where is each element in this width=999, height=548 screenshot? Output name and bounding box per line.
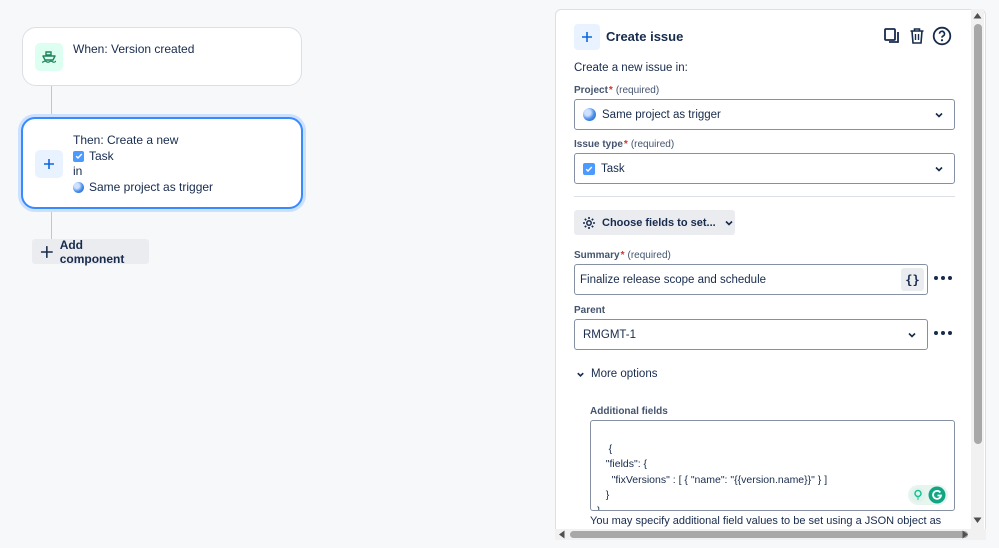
- action-project: Same project as trigger: [73, 180, 213, 196]
- more-options-toggle[interactable]: More options: [576, 368, 657, 380]
- project-avatar-icon: [73, 181, 84, 193]
- panel-plus-icon: [574, 24, 600, 50]
- panel-title: Create issue: [606, 29, 684, 44]
- project-avatar-icon: [583, 108, 596, 121]
- ship-icon: [35, 43, 63, 71]
- project-text: Same project as trigger: [89, 179, 214, 194]
- rule-canvas: When: Version created Then: Create a new…: [0, 0, 555, 548]
- required-marker: *: [608, 85, 613, 96]
- chevron-down-icon: [577, 372, 584, 377]
- checkbox-icon: [73, 150, 84, 162]
- parent-field-label: Parent: [574, 305, 606, 316]
- connector-line: [51, 209, 52, 239]
- action-summary: Then: Create a new Task in Same project …: [73, 133, 213, 195]
- issue-type-field-label: Issue type* (required): [574, 139, 674, 150]
- scroll-up-arrow-icon[interactable]: [973, 12, 982, 19]
- gear-icon: [583, 216, 595, 229]
- chevron-down-icon: [725, 220, 733, 226]
- trash-icon[interactable]: [907, 26, 927, 46]
- plus-icon: [40, 245, 53, 258]
- more-options-label: More options: [591, 368, 658, 380]
- horizontal-scrollbar-thumb[interactable]: [570, 531, 968, 538]
- summary-field-label: Summary* (required): [574, 250, 671, 261]
- vertical-scrollbar-thumb[interactable]: [974, 24, 982, 444]
- additional-fields-label: Additional fields: [590, 406, 668, 417]
- action-card[interactable]: Then: Create a new Task in Same project …: [21, 117, 303, 209]
- duplicate-icon[interactable]: [882, 26, 902, 46]
- summary-input[interactable]: Finalize release scope and schedule {}: [574, 264, 928, 295]
- summary-input-value: Finalize release scope and schedule: [580, 273, 767, 286]
- checkbox-icon: [583, 162, 595, 175]
- scroll-right-arrow-icon[interactable]: [962, 530, 969, 539]
- issue-type-select-value: Task: [601, 162, 625, 175]
- parent-select[interactable]: RMGMT-1: [574, 319, 928, 350]
- issue-type-select[interactable]: Task: [574, 153, 955, 184]
- required-marker: *: [620, 250, 625, 261]
- help-icon[interactable]: [932, 26, 952, 46]
- summary-label-text: Summary: [574, 250, 620, 261]
- more-actions-icon[interactable]: [934, 327, 952, 339]
- action-in-label: in: [73, 164, 83, 178]
- chevron-down-icon: [935, 166, 943, 172]
- smart-value-button[interactable]: {}: [901, 268, 924, 291]
- add-component-label: Add component: [59, 237, 125, 266]
- trigger-card[interactable]: When: Version created: [22, 27, 302, 86]
- lightbulb-icon: [910, 487, 926, 503]
- more-actions-icon[interactable]: [934, 272, 952, 284]
- scroll-left-arrow-icon[interactable]: [558, 530, 565, 539]
- additional-fields-helper-text: You may specify additional field values …: [590, 515, 942, 527]
- required-hint: (required): [627, 250, 671, 261]
- section-divider: [574, 196, 955, 197]
- parent-select-value: RMGMT-1: [583, 328, 637, 341]
- issue-type-label-text: Issue type: [574, 139, 623, 150]
- plus-icon: [35, 150, 63, 178]
- project-label-text: Project: [574, 85, 608, 96]
- action-issue-type: Task: [73, 149, 213, 165]
- additional-fields-json: { "fields": { "fixVersions" : [ { "name"…: [597, 442, 828, 511]
- connector-line: [51, 86, 52, 118]
- scroll-down-arrow-icon[interactable]: [973, 517, 982, 524]
- project-select[interactable]: Same project as trigger: [574, 99, 955, 130]
- trigger-label: When: Version created: [73, 42, 195, 56]
- choose-fields-label: Choose fields to set...: [602, 216, 716, 229]
- grammarly-widget[interactable]: [908, 485, 948, 505]
- panel-subtitle: Create a new issue in:: [574, 62, 688, 74]
- issue-type-text: Task: [89, 148, 114, 163]
- project-field-label: Project* (required): [574, 85, 659, 96]
- required-marker: *: [623, 139, 628, 150]
- required-hint: (required): [630, 139, 675, 150]
- chevron-down-icon: [935, 112, 943, 118]
- required-hint: (required): [615, 85, 660, 96]
- choose-fields-button[interactable]: Choose fields to set...: [574, 210, 735, 235]
- chevron-down-icon: [908, 332, 916, 338]
- grammarly-icon: [928, 486, 946, 504]
- project-select-value: Same project as trigger: [602, 108, 721, 121]
- action-line1: Then: Create a new: [73, 133, 179, 147]
- add-component-button[interactable]: Add component: [32, 237, 149, 266]
- config-panel: Create issue Create a new issue in: Proj…: [555, 9, 986, 539]
- additional-fields-editor[interactable]: { "fields": { "fixVersions" : [ { "name"…: [590, 420, 955, 511]
